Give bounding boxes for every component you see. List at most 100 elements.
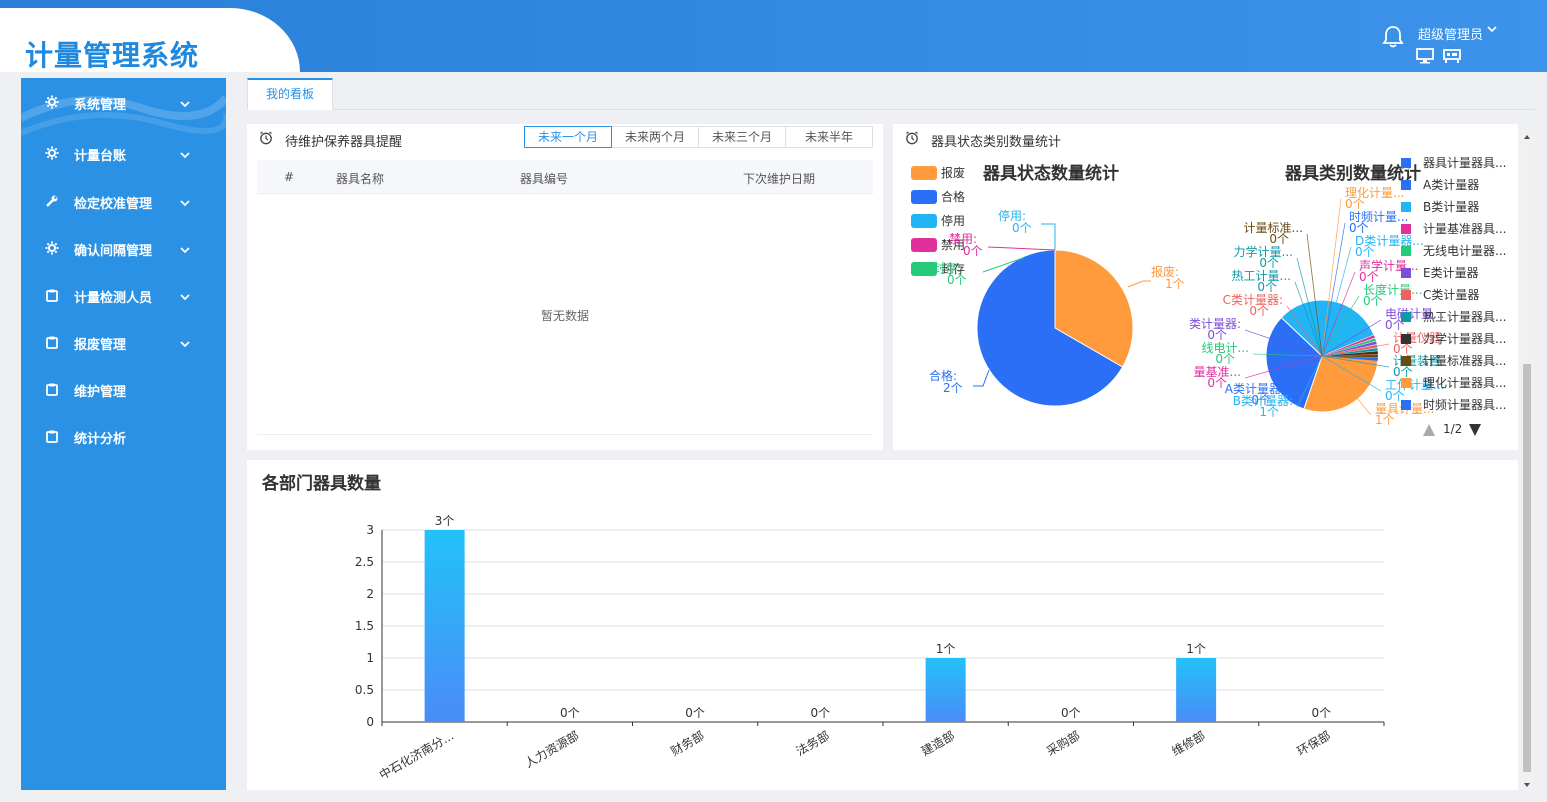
range-three-months[interactable]: 未来三个月 (698, 126, 786, 148)
slice-value: 1个 (1375, 413, 1395, 427)
legend-label[interactable]: E类计量器 (1423, 266, 1479, 280)
legend-swatch[interactable] (1401, 158, 1411, 168)
sidebar-item-label: 计量台账 (74, 149, 127, 164)
sidebar-item[interactable]: 维护管理 (21, 375, 226, 405)
sidebar-item[interactable]: 计量台账 (21, 139, 226, 169)
sidebar-item[interactable]: 确认间隔管理 (21, 234, 226, 264)
column-header[interactable]: 下次维护日期 (743, 170, 815, 187)
user-menu[interactable]: 超级管理员 (1418, 24, 1483, 43)
bar-value-label: 1个 (936, 642, 956, 656)
legend-swatch[interactable] (1401, 312, 1411, 322)
x-tick-label: 建造部 (918, 728, 957, 759)
legend-swatch[interactable] (1401, 202, 1411, 212)
legend-label[interactable]: C类计量器 (1423, 288, 1479, 302)
chevron-down-icon[interactable] (179, 198, 191, 208)
bell-icon[interactable] (1382, 24, 1404, 48)
bar-chart: 各部门器具数量 0 0.5 1 1.5 2 2.5 3 3个中石化济南分... 0个人力资源部 0个… (261, 473, 1385, 783)
legend-swatch[interactable] (1401, 378, 1411, 388)
column-header[interactable]: 器具名称 (336, 170, 384, 187)
screen-icon[interactable] (1443, 48, 1461, 64)
y-tick-label: 2.5 (355, 555, 374, 569)
scroll-up-icon[interactable] (1523, 133, 1531, 141)
tab-my-board[interactable]: 我的看板 (247, 78, 333, 110)
legend-swatch[interactable] (911, 166, 937, 180)
legend-label[interactable]: A类计量器 (1423, 178, 1479, 192)
chevron-down-icon[interactable] (179, 292, 191, 302)
legend-prev-icon[interactable] (1423, 424, 1435, 436)
legend-swatch[interactable] (911, 238, 937, 252)
slice-value: 0个 (1363, 294, 1383, 308)
legend-swatch[interactable] (1401, 400, 1411, 410)
x-tick-label: 中石化济南分... (376, 728, 456, 783)
pie-title: 器具类别数量统计 (1284, 163, 1421, 184)
legend-swatch[interactable] (1401, 246, 1411, 256)
legend-label[interactable]: 器具计量器具... (1423, 156, 1506, 170)
bar[interactable] (1176, 658, 1217, 722)
tab-bar: 我的看板 (247, 78, 1535, 110)
legend-label[interactable]: 合格 (941, 189, 965, 204)
slice-value: 0个 (1249, 304, 1269, 318)
sidebar-item[interactable]: 报废管理 (21, 328, 226, 358)
bar[interactable] (424, 530, 465, 722)
legend-label[interactable]: 停用 (941, 213, 965, 228)
column-header[interactable]: # (284, 170, 294, 184)
legend-next-icon[interactable] (1469, 424, 1481, 436)
slice-value: 2个 (943, 381, 963, 395)
sidebar-item[interactable]: 计量检测人员 (21, 281, 226, 311)
legend-label[interactable]: 力学计量器具... (1423, 331, 1506, 346)
range-one-month[interactable]: 未来一个月 (524, 126, 612, 148)
legend-swatch[interactable] (1401, 356, 1411, 366)
bar[interactable] (925, 658, 966, 722)
legend-swatch[interactable] (1401, 224, 1411, 234)
clipboard-icon (46, 289, 58, 302)
sidebar: 系统管理计量台账检定校准管理确认间隔管理计量检测人员报废管理维护管理统计分析 (21, 78, 226, 790)
legend-label[interactable]: 热工计量器具... (1423, 310, 1506, 324)
sidebar-item[interactable]: 统计分析 (21, 422, 226, 452)
sidebar-item-label: 系统管理 (74, 98, 127, 113)
sidebar-item-label: 统计分析 (74, 432, 127, 447)
slice-value: 0个 (1207, 328, 1227, 342)
legend-label[interactable]: 计量基准器具... (1423, 222, 1506, 236)
legend-swatch[interactable] (1401, 334, 1411, 344)
gear-icon (45, 241, 59, 255)
scroll-down-icon[interactable] (1523, 781, 1531, 789)
pie-title: 器具状态数量统计 (982, 163, 1119, 184)
chevron-down-icon[interactable] (179, 99, 191, 109)
leader-line (1127, 280, 1151, 288)
legend-label[interactable]: 理化计量器具... (1423, 376, 1506, 390)
legend-label[interactable]: 时频计量器具... (1423, 398, 1506, 412)
status-category-card: 器具状态类别数量统计 报废 合格 停用 禁用 封存 器具状态数量统计 报废: 1个 合格: 2个停… (893, 124, 1518, 450)
legend-swatch[interactable] (911, 190, 937, 204)
bar-value-label: 0个 (811, 706, 831, 720)
sidebar-item[interactable]: 系统管理 (21, 88, 226, 118)
legend-swatch[interactable] (1401, 180, 1411, 190)
chevron-down-icon[interactable] (179, 245, 191, 255)
legend-label[interactable]: B类计量器 (1423, 200, 1479, 214)
legend-label[interactable]: 报废 (941, 165, 965, 180)
column-header[interactable]: 器具编号 (520, 170, 568, 187)
x-tick-label: 维修部 (1169, 728, 1208, 759)
page-scrollbar[interactable] (1521, 130, 1533, 792)
monitor-icon[interactable] (1416, 48, 1434, 64)
sidebar-item[interactable]: 检定校准管理 (21, 187, 226, 217)
legend-swatch[interactable] (1401, 268, 1411, 278)
sidebar-item-label: 确认间隔管理 (74, 244, 153, 259)
legend-swatch[interactable] (911, 214, 937, 228)
table-bottom-border (257, 434, 873, 435)
chevron-down-icon[interactable] (1486, 22, 1498, 36)
legend-swatch[interactable] (1401, 290, 1411, 300)
sidebar-item-label: 维护管理 (74, 385, 127, 400)
bar-value-label: 3个 (435, 514, 455, 528)
department-chart-card: 各部门器具数量 0 0.5 1 1.5 2 2.5 3 3个 中石化济南分... 0个 人力资源部 0个… (247, 460, 1518, 790)
sidebar-item-label: 报废管理 (74, 338, 127, 353)
legend-label[interactable]: 无线电计量器... (1423, 244, 1506, 258)
scroll-thumb[interactable] (1523, 364, 1531, 772)
table-header: # 器具名称 器具编号 下次维护日期 (257, 160, 873, 194)
range-two-months[interactable]: 未来两个月 (611, 126, 699, 148)
chevron-down-icon[interactable] (179, 339, 191, 349)
chevron-down-icon[interactable] (179, 150, 191, 160)
bar-value-label: 0个 (560, 706, 580, 720)
range-half-year[interactable]: 未来半年 (785, 126, 873, 148)
legend-label[interactable]: 计量标准器具... (1423, 354, 1506, 368)
slice-value: 0个 (963, 244, 983, 258)
